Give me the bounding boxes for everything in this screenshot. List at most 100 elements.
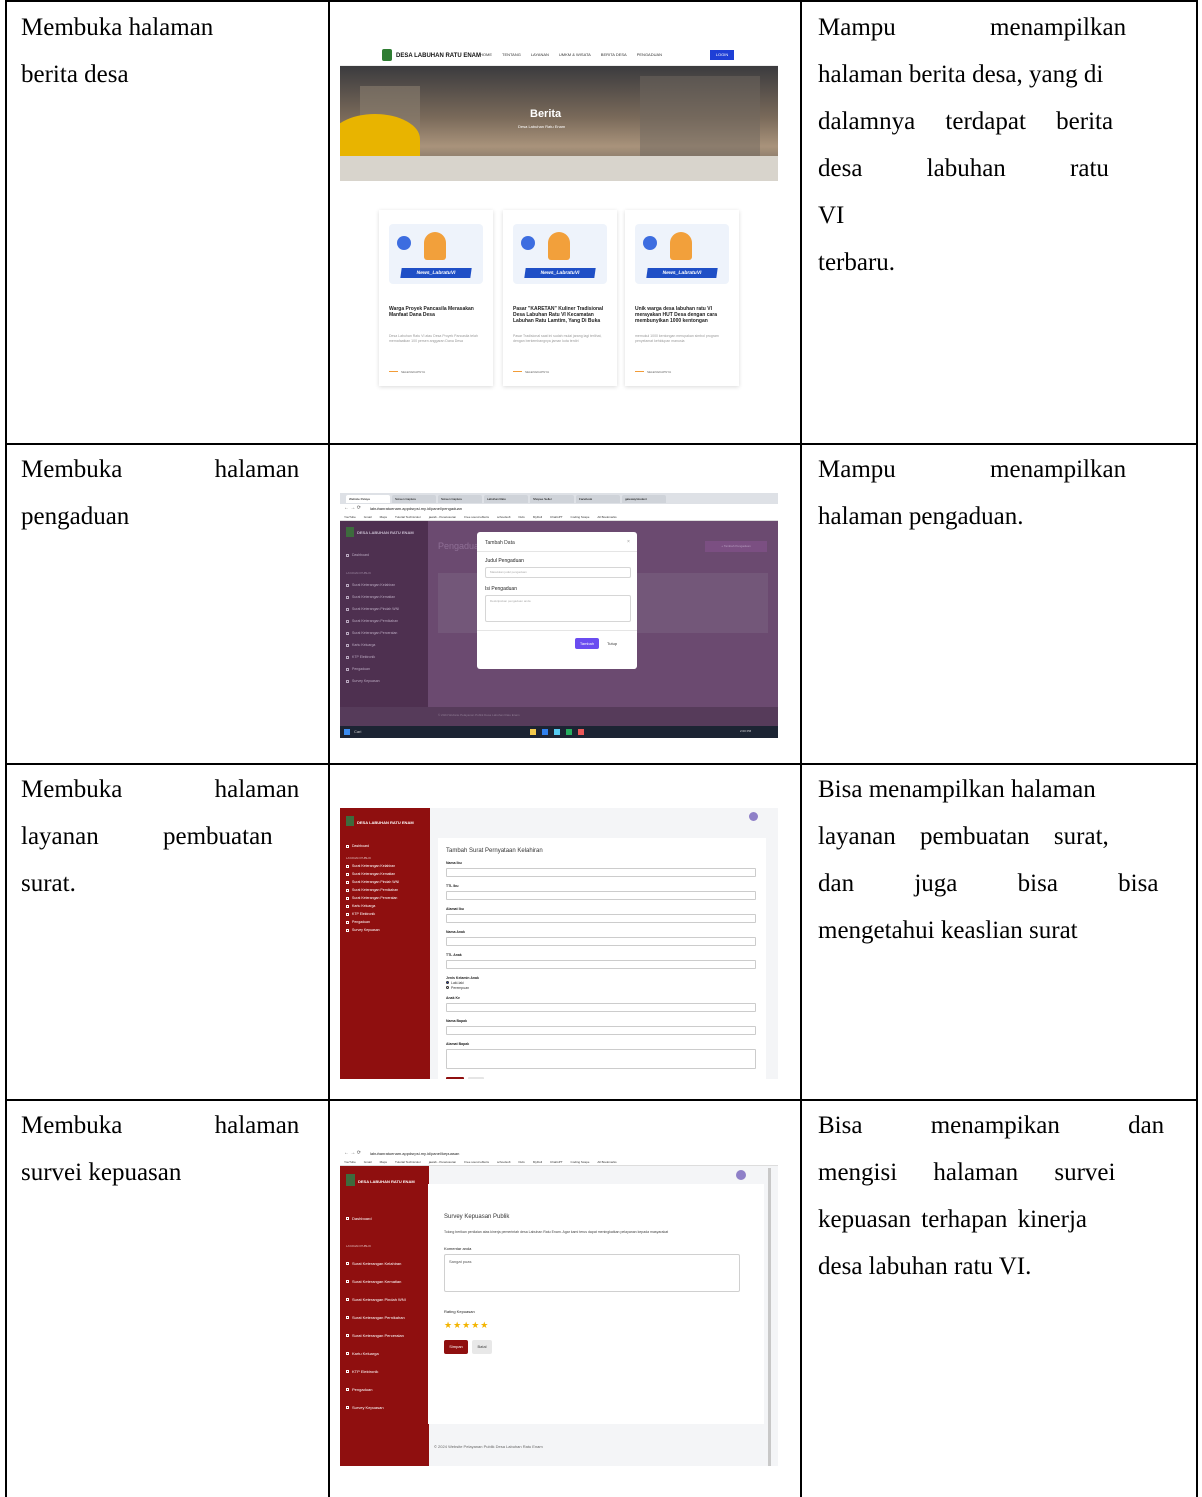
nav-home[interactable]: HOME <box>480 52 492 57</box>
cancel-button[interactable]: Batal <box>472 1340 492 1354</box>
sidebar-item[interactable]: KTP Elektronik <box>346 910 399 918</box>
judul-input[interactable]: Masukkan judul pengaduan <box>485 567 631 578</box>
tambah-button[interactable]: Tambah <box>575 638 599 649</box>
login-button[interactable]: LOGIN <box>710 50 734 60</box>
sidebar-item[interactable]: Pengaduan <box>346 663 399 675</box>
sidebar-item[interactable]: Pengaduan <box>346 1381 406 1399</box>
bookmark-item[interactable]: jawab - Penelusuran <box>429 1158 456 1165</box>
sidebar-item[interactable]: Survey Kepuasan <box>346 1399 406 1417</box>
browser-tab[interactable]: gateway/student <box>622 495 666 503</box>
app-icon[interactable] <box>578 729 584 735</box>
bookmark-item[interactable]: Free sound effects <box>464 513 489 520</box>
sidebar-item[interactable]: Surat Keterangan Kelahiran <box>346 579 399 591</box>
bookmark-item[interactable]: YouTube <box>344 513 356 520</box>
sidebar-item[interactable]: Surat Keterangan Kematian <box>346 591 399 603</box>
text-input[interactable] <box>446 914 756 923</box>
sidebar-item[interactable]: Surat Keterangan Perceraian <box>346 894 399 902</box>
sidebar-item[interactable]: KTP Elektronik <box>346 651 399 663</box>
address-textarea[interactable] <box>446 1049 756 1069</box>
chrome-icon[interactable] <box>542 729 548 735</box>
sidebar-item[interactable]: Surat Keterangan Pindah WNI <box>346 878 399 886</box>
bookmark-item[interactable]: Maps <box>380 1158 387 1165</box>
vscode-icon[interactable] <box>566 729 572 735</box>
bookmark-item[interactable]: Gmail <box>364 513 372 520</box>
sidebar-item[interactable]: Surat Keterangan Kematian <box>346 870 399 878</box>
sidebar-item[interactable]: Kartu Keluarga <box>346 902 399 910</box>
sidebar-item[interactable]: Surat Keterangan Pernikahan <box>346 615 399 627</box>
bookmark-item[interactable]: MyDoll <box>533 513 542 520</box>
text-input[interactable] <box>446 868 756 877</box>
sidebar-item[interactable]: Surat Keterangan Pernikahan <box>346 886 399 894</box>
comment-textarea[interactable]: Sangat puas <box>444 1254 740 1292</box>
news-title[interactable]: Unik warga desa labuhan ratu VI merayaka… <box>635 306 731 324</box>
close-icon[interactable]: × <box>627 539 630 545</box>
news-card[interactable]: News_LabratuVI Unik warga desa labuhan ra… <box>625 210 739 386</box>
news-title[interactable]: Pasar "KARETAN" Kuliner Tradisional Desa… <box>513 306 609 324</box>
browser-tab[interactable]: Screen Capture <box>438 495 482 503</box>
nav-tentang[interactable]: TENTANG <box>502 52 521 57</box>
bookmark-item[interactable]: Tutorial Technicolor <box>395 1158 421 1165</box>
bookmark-item[interactable]: ChatGPT <box>550 1158 563 1165</box>
edge-icon[interactable] <box>554 729 560 735</box>
sidebar-item[interactable]: Surat Keterangan Pindah WNI <box>346 1291 406 1309</box>
bookmark-item[interactable]: Maps <box>380 513 387 520</box>
tutup-button[interactable]: Tutup <box>607 641 617 646</box>
sidebar-item[interactable]: Surat Keterangan Pernikahan <box>346 1309 406 1327</box>
sidebar-item[interactable]: Dashboard <box>346 842 399 850</box>
text-input[interactable] <box>446 937 756 946</box>
bookmark-item[interactable]: Dufo <box>519 513 525 520</box>
sidebar-item[interactable]: Surat Keterangan Perceraian <box>346 1327 406 1345</box>
browser-tab[interactable]: Website Pelaya <box>346 495 390 503</box>
sidebar-item[interactable]: Pengaduan <box>346 918 399 926</box>
cancel-button[interactable]: Batal <box>468 1077 484 1079</box>
browser-tab[interactable]: Screen Capture <box>392 495 436 503</box>
sidebar-item[interactable]: Dashboard <box>346 549 399 561</box>
news-card[interactable]: News_LabratuVI Warga Proyek Pancasila Mer… <box>379 210 493 386</box>
scrollbar[interactable] <box>768 1168 771 1466</box>
browser-tab[interactable]: Labuhan Ratu <box>484 495 528 503</box>
nav-arrows-icon[interactable]: ← → ⟳ <box>344 505 361 511</box>
sidebar-item[interactable]: Kartu Keluarga <box>346 1345 406 1363</box>
sidebar-item[interactable]: Surat Keterangan Perceraian <box>346 627 399 639</box>
sidebar-item[interactable]: Kartu Keluarga <box>346 639 399 651</box>
sidebar-item[interactable]: Surat Keterangan Kelahiran <box>346 862 399 870</box>
sidebar-item[interactable]: Survey Kepuasan <box>346 926 399 934</box>
nav-pengaduan[interactable]: PENGADUAN <box>637 52 662 57</box>
add-complaint-button[interactable]: + Tambah Pengaduan <box>705 541 767 552</box>
taskbar-search[interactable]: Cari <box>354 729 361 734</box>
bookmark-item[interactable]: Gmail <box>364 1158 372 1165</box>
sidebar-item[interactable]: Survey Kepuasan <box>346 675 399 687</box>
save-button[interactable]: Simpan <box>444 1340 468 1354</box>
sidebar-item[interactable]: Dashboard <box>346 1210 406 1228</box>
bookmark-item[interactable]: Tutorial Technicolor <box>395 513 421 520</box>
browser-tab[interactable]: Facebook <box>576 495 620 503</box>
bookmark-item[interactable]: ChatGPT <box>550 513 563 520</box>
bookmark-item[interactable]: All Bookmarks <box>597 513 616 520</box>
nav-berita[interactable]: BERITA DESA <box>601 52 627 57</box>
rating-stars[interactable]: ★★★★★ <box>444 1320 489 1331</box>
sidebar-item[interactable]: KTP Elektronik <box>346 1363 406 1381</box>
save-button[interactable]: Simpan <box>446 1077 464 1079</box>
browser-tab[interactable]: Shopee Seller <box>530 495 574 503</box>
sidebar-item[interactable]: Surat Keterangan Pindah WNI <box>346 603 399 615</box>
windows-start-icon[interactable] <box>344 729 350 735</box>
bookmark-item[interactable]: Coding Scape <box>571 513 590 520</box>
bookmark-item[interactable]: YouTube <box>344 1158 356 1165</box>
nav-umkm[interactable]: UMKM & WISATA <box>559 52 591 57</box>
url-text[interactable]: labuhanratuenam.appdsrpsi.my.id/panel/pe… <box>370 506 462 512</box>
text-input[interactable] <box>446 1026 756 1035</box>
bookmark-item[interactable]: Free sound effects <box>464 1158 489 1165</box>
sidebar-item[interactable]: Surat Keterangan Kelahiran <box>346 1255 406 1273</box>
sidebar-item[interactable]: Surat Keterangan Kematian <box>346 1273 406 1291</box>
bookmark-item[interactable]: All Bookmarks <box>597 1158 616 1165</box>
url-text[interactable]: labuhanratuenam.appdsrpsi.my.id/panel/ke… <box>370 1151 459 1156</box>
bookmark-item[interactable]: Dufo <box>519 1158 525 1165</box>
bookmark-item[interactable]: MyDoll <box>533 1158 542 1165</box>
text-input[interactable] <box>446 891 756 900</box>
bookmark-item[interactable]: schoolsoft <box>497 1158 511 1165</box>
nav-arrows-icon[interactable]: ← → ⟳ <box>344 1150 361 1156</box>
news-card[interactable]: News_LabratuVI Pasar "KARETAN" Kuliner Tr… <box>503 210 617 386</box>
nav-layanan[interactable]: LAYANAN <box>531 52 549 57</box>
news-title[interactable]: Warga Proyek Pancasila Merasakan Manfaat… <box>389 306 485 318</box>
isi-textarea[interactable]: Deskripsikan pengaduan anda <box>485 595 631 622</box>
